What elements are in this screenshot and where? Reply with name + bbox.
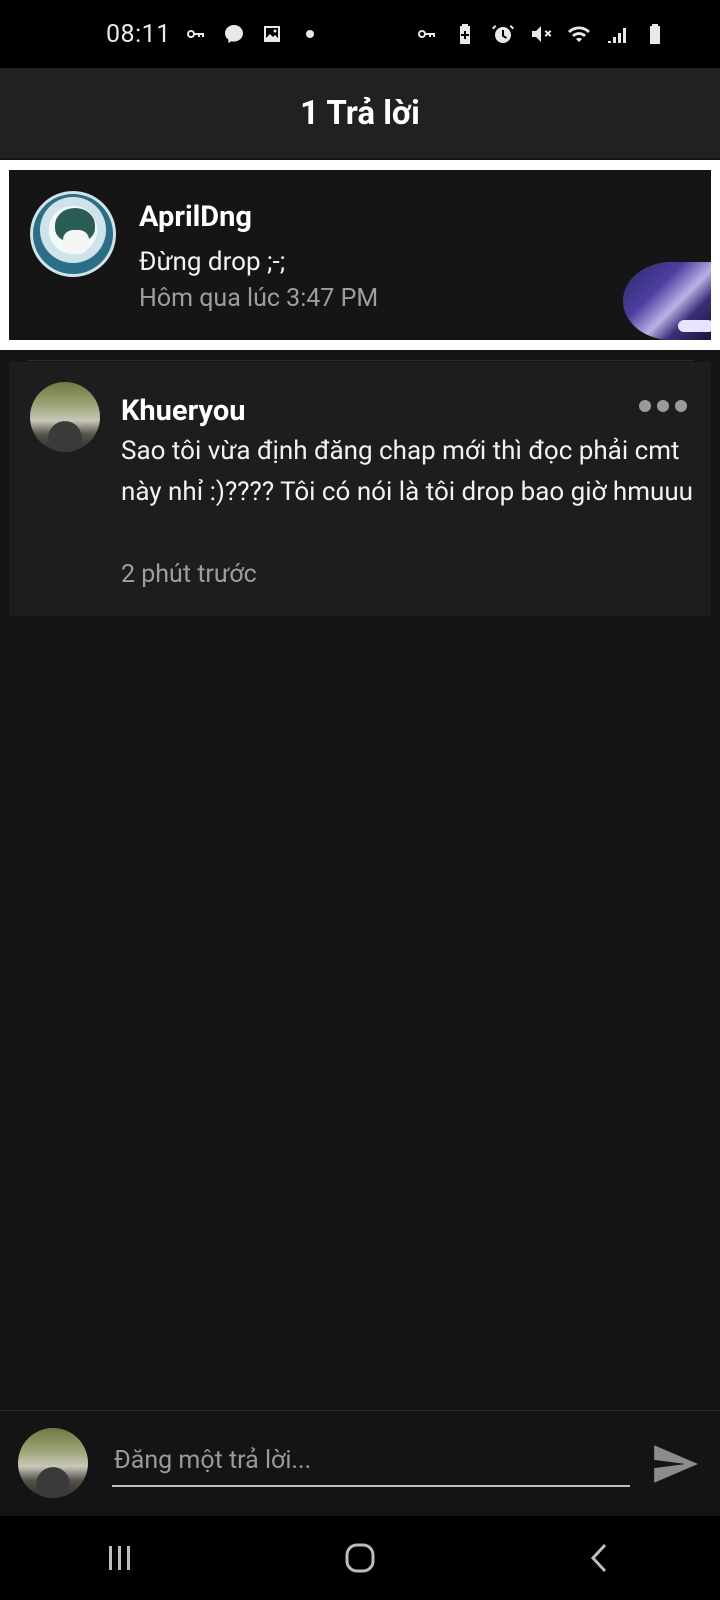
more-dot-icon (657, 400, 669, 412)
reply-text: Sao tôi vừa định đăng chap mới thì đọc p… (121, 436, 694, 507)
navigation-bar (0, 1516, 720, 1600)
comment-text: Đừng drop ;-; (139, 247, 286, 277)
signal-icon (604, 21, 630, 47)
alarm-icon (490, 21, 516, 47)
comment-author[interactable]: AprilDng (139, 200, 252, 234)
send-icon (654, 1445, 698, 1483)
battery-saver-icon (452, 21, 478, 47)
home-icon (345, 1543, 375, 1573)
avatar[interactable] (30, 382, 100, 452)
status-bar-right (414, 21, 668, 47)
recent-apps-icon (109, 1546, 130, 1570)
dot-icon (297, 21, 323, 47)
vpn-key-icon (414, 21, 440, 47)
current-user-avatar (18, 1428, 88, 1498)
messenger-icon (221, 21, 247, 47)
status-time: 08:11 (106, 19, 171, 49)
page-title: 1 Trả lời (300, 93, 420, 133)
battery-icon (642, 21, 668, 47)
key-icon (183, 21, 209, 47)
home-button[interactable] (320, 1528, 400, 1588)
more-dot-icon (639, 400, 651, 412)
chat-head-bubble[interactable] (623, 262, 711, 340)
reply-author[interactable]: Khueryou (121, 394, 245, 428)
avatar[interactable] (30, 191, 116, 277)
chat-head-badge (678, 320, 711, 332)
parent-comment[interactable]: AprilDng Đừng drop ;-; Hôm qua lúc 3:47 … (9, 170, 711, 340)
avatar-face (63, 230, 89, 254)
reply-input[interactable] (112, 1435, 630, 1487)
send-button[interactable] (648, 1439, 702, 1489)
status-bar-left: 08:11 (106, 20, 323, 49)
image-icon (259, 21, 285, 47)
status-bar: 08:11 (0, 0, 720, 68)
reply-composer (0, 1410, 720, 1517)
more-options-button[interactable] (635, 394, 691, 418)
wifi-icon (566, 21, 592, 47)
divider (28, 360, 694, 361)
back-icon (590, 1543, 607, 1573)
reply-comment[interactable]: Khueryou Sao tôi vừa định đăng chap mới … (9, 362, 711, 616)
parent-comment-highlight: AprilDng Đừng drop ;-; Hôm qua lúc 3:47 … (0, 160, 720, 350)
comment-timestamp: Hôm qua lúc 3:47 PM (139, 284, 379, 313)
mute-icon (528, 21, 554, 47)
recent-apps-button[interactable] (80, 1528, 160, 1588)
reply-timestamp: 2 phút trước (121, 560, 257, 589)
more-dot-icon (675, 400, 687, 412)
back-button[interactable] (560, 1528, 640, 1588)
app-bar: 1 Trả lời (0, 68, 720, 158)
